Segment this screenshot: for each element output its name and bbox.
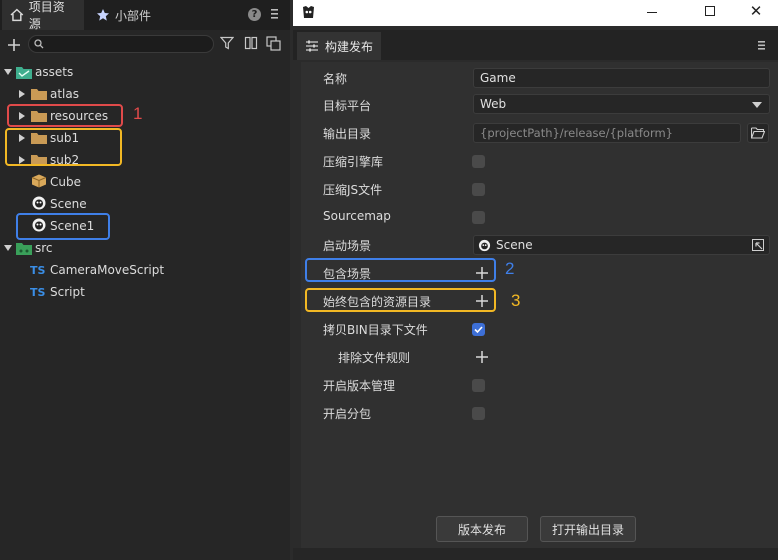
- tree-item-assets[interactable]: assets: [0, 61, 290, 83]
- tree-item-label: Script: [50, 285, 85, 299]
- menu-icon[interactable]: [268, 6, 280, 22]
- publish-button[interactable]: 版本发布: [436, 516, 528, 542]
- chevron-down-icon[interactable]: [4, 244, 12, 252]
- subpackage-label: 开启分包: [323, 407, 372, 421]
- tab-widgets[interactable]: 小部件: [88, 0, 160, 30]
- window-titlebar: ✕: [293, 0, 778, 26]
- tab-build-publish-label: 构建发布: [325, 39, 374, 54]
- ts-icon: TS: [30, 285, 46, 299]
- folder-icon: [16, 243, 32, 255]
- left-tab-bar: 项目资源 小部件 ?: [0, 0, 290, 31]
- tree-item-label: Cube: [50, 175, 81, 189]
- folder-icon: [31, 89, 47, 100]
- tree-item-atlas[interactable]: atlas: [0, 83, 290, 105]
- menu-icon[interactable]: [757, 38, 767, 52]
- compress-js-checkbox[interactable]: [472, 183, 485, 196]
- name-input[interactable]: Game: [473, 68, 770, 88]
- tree-item-cube[interactable]: Cube: [0, 171, 290, 193]
- chevron-down-icon[interactable]: [4, 68, 12, 76]
- star-icon: [97, 9, 109, 21]
- cube-icon: [31, 174, 47, 188]
- output-dir-value: {projectPath}/release/{platform}: [480, 126, 673, 140]
- minimize-button[interactable]: [647, 12, 657, 13]
- chevron-down-icon: [752, 102, 762, 108]
- annotation-number-1: 1: [133, 104, 143, 123]
- tree-item-script[interactable]: TS Script: [0, 281, 290, 303]
- copy-bin-checkbox[interactable]: [472, 323, 485, 336]
- tab-project-assets-label: 项目资源: [28, 0, 65, 31]
- highlight-box-yellow: [5, 128, 122, 166]
- highlight-box-blue: [16, 213, 110, 240]
- home-icon: [10, 8, 24, 22]
- compress-js-label: 压缩JS文件: [323, 183, 383, 197]
- tab-build-publish[interactable]: 构建发布: [297, 32, 381, 60]
- name-label: 名称: [323, 72, 348, 86]
- pick-target-icon[interactable]: [752, 239, 764, 251]
- tree-item-label: assets: [35, 65, 74, 79]
- add-icon[interactable]: [7, 38, 21, 52]
- exclude-rules-label: 排除文件规则: [338, 351, 411, 365]
- platform-select[interactable]: Web: [473, 94, 770, 114]
- start-scene-label: 启动场景: [323, 239, 372, 253]
- subpackage-checkbox[interactable]: [472, 407, 485, 420]
- search-input[interactable]: [47, 37, 207, 51]
- columns-icon[interactable]: [244, 36, 258, 50]
- chevron-right-icon[interactable]: [18, 90, 26, 98]
- compress-engine-checkbox[interactable]: [472, 155, 485, 168]
- add-exclude-rule-icon[interactable]: [476, 351, 488, 363]
- annotation-number-2: 2: [505, 259, 515, 278]
- maximize-button[interactable]: [705, 6, 715, 16]
- folder-icon: [16, 67, 32, 79]
- highlight-box-1: [7, 104, 123, 127]
- browse-folder-button[interactable]: [747, 123, 769, 143]
- sourcemap-label: Sourcemap: [323, 209, 391, 223]
- open-output-dir-button[interactable]: 打开输出目录: [540, 516, 636, 542]
- build-settings-form: 名称 Game 目标平台 Web 输出目录 {projectPath}/rele…: [301, 62, 778, 560]
- help-icon[interactable]: ?: [248, 8, 261, 21]
- tree-item-label: Scene: [50, 197, 87, 211]
- tree-item-label: atlas: [50, 87, 79, 101]
- version-mgmt-checkbox[interactable]: [472, 379, 485, 392]
- output-dir-label: 输出目录: [323, 127, 372, 141]
- search-box: [28, 35, 214, 53]
- compress-engine-label: 压缩引擎库: [323, 155, 384, 169]
- output-dir-input[interactable]: {projectPath}/release/{platform}: [473, 123, 741, 143]
- start-scene-value: Scene: [496, 238, 533, 252]
- close-button[interactable]: ✕: [749, 4, 763, 19]
- annotation-number-3: 3: [511, 291, 521, 310]
- build-publish-window: ✕ 构建发布 名称 Game 目标平台 Web 输出目录 {projectPat…: [293, 0, 778, 560]
- tree-item-cameramovescript[interactable]: TS CameraMoveScript: [0, 259, 290, 281]
- sliders-icon: [306, 40, 318, 52]
- copy-bin-label: 拷贝BIN目录下文件: [323, 323, 428, 337]
- tree-item-label: CameraMoveScript: [50, 263, 165, 277]
- search-icon: [34, 39, 44, 49]
- scene-icon: [32, 196, 46, 210]
- tree-item-scene[interactable]: Scene: [0, 193, 290, 215]
- start-scene-field[interactable]: Scene: [473, 235, 770, 255]
- tree-item-label: src: [35, 241, 53, 255]
- tab-widgets-label: 小部件: [115, 8, 152, 23]
- platform-label: 目标平台: [323, 99, 372, 113]
- check-icon: [474, 326, 483, 334]
- highlight-box-3: [305, 288, 496, 312]
- collapse-all-icon[interactable]: [266, 36, 281, 51]
- bottom-strip: [293, 548, 778, 560]
- tab-project-assets[interactable]: 项目资源: [2, 0, 84, 31]
- version-mgmt-label: 开启版本管理: [323, 379, 396, 393]
- ts-icon: TS: [30, 263, 46, 277]
- tree-item-src[interactable]: src: [0, 237, 290, 259]
- platform-value: Web: [480, 97, 507, 111]
- scene-icon: [478, 239, 491, 251]
- app-logo-icon: [303, 6, 314, 18]
- sourcemap-checkbox[interactable]: [472, 211, 485, 224]
- project-assets-panel: 项目资源 小部件 ? assets atlas resources sub1 s…: [0, 0, 290, 560]
- filter-icon[interactable]: [220, 36, 234, 50]
- folder-open-icon: [751, 127, 765, 139]
- highlight-box-2: [305, 258, 496, 282]
